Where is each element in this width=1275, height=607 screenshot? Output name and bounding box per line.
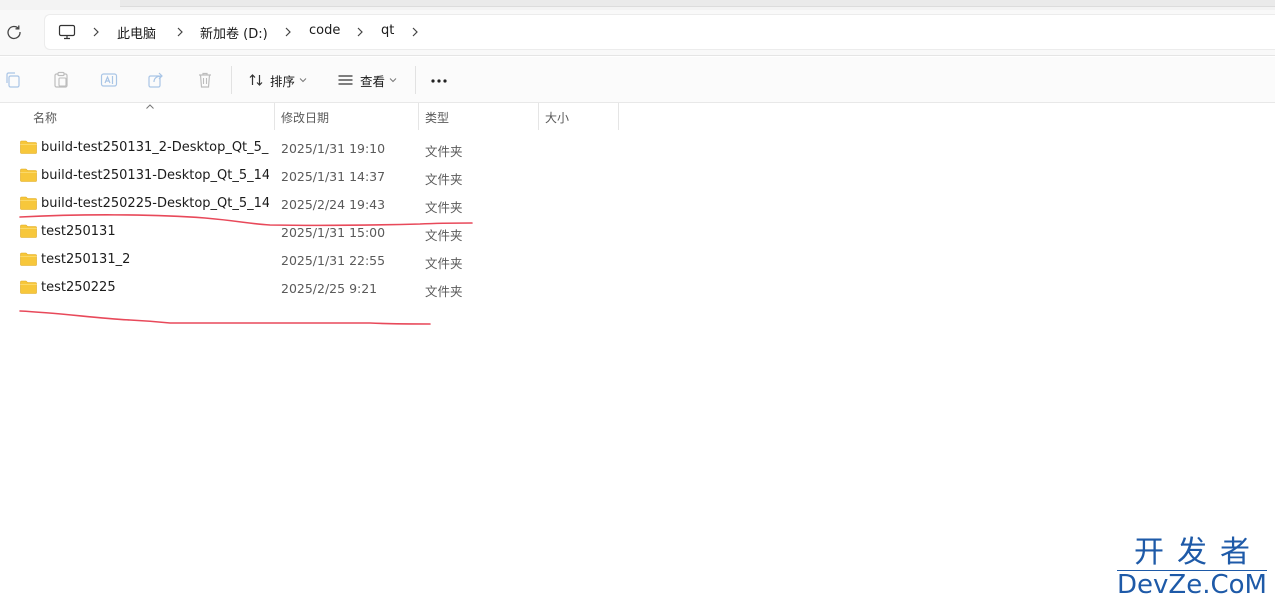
breadcrumb-qt[interactable]: qt <box>381 23 394 38</box>
this-pc-icon[interactable] <box>58 24 76 40</box>
more-options-icon[interactable] <box>428 68 452 92</box>
watermark: 开发者 DevZe.CoM <box>1117 536 1267 599</box>
column-headers: 名称 修改日期 类型 大小 <box>0 103 1275 130</box>
address-bar[interactable]: 此电脑 新加卷 (D:) code qt <box>44 14 1275 50</box>
sort-ascending-icon <box>146 104 154 109</box>
copy-icon[interactable] <box>3 70 23 90</box>
file-modified: 2025/2/24 19:43 <box>281 197 386 212</box>
column-header-size[interactable]: 大小 <box>545 103 569 130</box>
view-list-icon <box>338 75 353 85</box>
view-button[interactable]: 查看 <box>337 68 403 92</box>
file-modified: 2025/2/25 9:21 <box>281 281 378 296</box>
watermark-cn: 开发者 <box>1134 535 1263 570</box>
file-modified: 2025/1/31 15:00 <box>281 225 386 240</box>
annotation-underline <box>19 310 431 325</box>
column-header-modified[interactable]: 修改日期 <box>281 103 329 130</box>
file-modified: 2025/1/31 19:10 <box>281 141 386 156</box>
view-label: 查看 <box>360 73 386 89</box>
folder-icon <box>20 140 37 154</box>
folder-icon <box>20 224 37 238</box>
file-modified: 2025/1/31 22:55 <box>281 253 386 268</box>
file-name[interactable]: build-test250225-Desktop_Qt_5_14_0... <box>41 196 269 211</box>
delete-icon[interactable] <box>195 70 215 90</box>
column-divider[interactable] <box>274 103 275 130</box>
folder-icon <box>20 168 37 182</box>
file-type: 文件夹 <box>425 200 463 215</box>
folder-icon <box>20 252 37 266</box>
breadcrumb-code[interactable]: code <box>309 23 340 38</box>
file-name[interactable]: build-test250131_2-Desktop_Qt_5_14... <box>41 140 269 155</box>
file-row[interactable]: test250225 2025/2/25 9:21 文件夹 <box>0 274 1275 302</box>
sort-button[interactable]: 排序 <box>248 68 313 92</box>
paste-icon[interactable] <box>51 70 71 90</box>
address-bar-row: 此电脑 新加卷 (D:) code qt <box>0 10 1275 56</box>
file-row[interactable]: build-test250225-Desktop_Qt_5_14_0... 20… <box>0 190 1275 218</box>
folder-icon <box>20 280 37 294</box>
column-header-type[interactable]: 类型 <box>425 103 449 130</box>
column-header-name[interactable]: 名称 <box>33 103 57 130</box>
file-name[interactable]: test250225 <box>41 280 269 295</box>
tab-strip <box>120 0 1275 7</box>
file-name[interactable]: test250131 <box>41 224 269 239</box>
file-modified: 2025/1/31 14:37 <box>281 169 386 184</box>
file-type: 文件夹 <box>425 256 463 271</box>
breadcrumb-drive-d[interactable]: 新加卷 (D:) <box>200 23 268 42</box>
chevron-right-icon[interactable] <box>175 26 185 38</box>
watermark-en: DevZe.CoM <box>1117 570 1267 600</box>
folder-icon <box>20 196 37 210</box>
file-row[interactable]: test250131_2 2025/1/31 22:55 文件夹 <box>0 246 1275 274</box>
file-row[interactable]: build-test250131-Desktop_Qt_5_14_0... 20… <box>0 162 1275 190</box>
file-name[interactable]: test250131_2 <box>41 252 269 267</box>
file-list: build-test250131_2-Desktop_Qt_5_14... 20… <box>0 134 1275 302</box>
toolbar-divider <box>231 66 232 94</box>
file-type: 文件夹 <box>425 228 463 243</box>
column-divider[interactable] <box>538 103 539 130</box>
chevron-right-icon[interactable] <box>355 26 365 38</box>
rename-icon[interactable] <box>99 70 119 90</box>
column-divider[interactable] <box>418 103 419 130</box>
file-type: 文件夹 <box>425 172 463 187</box>
share-icon[interactable] <box>146 70 166 90</box>
sort-icon <box>249 74 263 86</box>
chevron-right-icon[interactable] <box>410 26 420 38</box>
sort-label: 排序 <box>270 73 296 89</box>
column-divider[interactable] <box>618 103 619 130</box>
window-top-strip <box>0 0 1275 10</box>
refresh-icon[interactable] <box>5 23 23 41</box>
chevron-right-icon[interactable] <box>283 26 293 38</box>
file-type: 文件夹 <box>425 144 463 159</box>
breadcrumb-this-pc[interactable]: 此电脑 <box>117 23 156 42</box>
chevron-right-icon[interactable] <box>91 26 101 38</box>
file-row[interactable]: test250131 2025/1/31 15:00 文件夹 <box>0 218 1275 246</box>
command-bar: 排序 查看 <box>0 57 1275 103</box>
chevron-down-icon <box>389 78 397 83</box>
toolbar-divider <box>415 66 416 94</box>
chevron-down-icon <box>299 78 307 83</box>
file-name[interactable]: build-test250131-Desktop_Qt_5_14_0... <box>41 168 269 183</box>
file-row[interactable]: build-test250131_2-Desktop_Qt_5_14... 20… <box>0 134 1275 162</box>
file-type: 文件夹 <box>425 284 463 299</box>
